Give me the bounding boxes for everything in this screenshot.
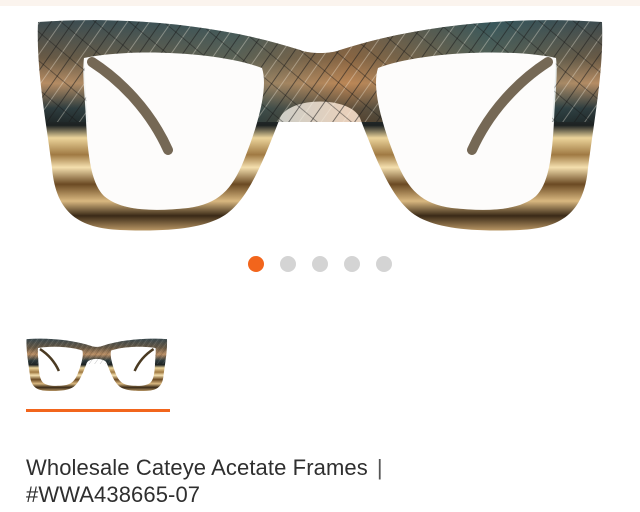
thumbnail-selected-indicator — [26, 409, 170, 412]
glasses-illustration — [37, 20, 603, 231]
product-main-image[interactable] — [0, 6, 640, 242]
carousel-dot-2[interactable] — [280, 256, 296, 272]
product-title: Wholesale Cateye Acetate Frames | #WWA438… — [26, 454, 626, 508]
carousel-dot-4[interactable] — [344, 256, 360, 272]
carousel-dot-5[interactable] — [376, 256, 392, 272]
carousel-pagination — [0, 256, 640, 272]
thumbnail-glasses-front[interactable] — [26, 332, 168, 398]
product-sku: #WWA438665-07 — [26, 482, 201, 507]
carousel-dot-1[interactable] — [248, 256, 264, 272]
thumbnail-glasses-image — [26, 338, 168, 392]
title-separator: | — [376, 455, 383, 480]
carousel-dot-3[interactable] — [312, 256, 328, 272]
product-name: Wholesale Cateye Acetate Frames — [26, 455, 368, 480]
